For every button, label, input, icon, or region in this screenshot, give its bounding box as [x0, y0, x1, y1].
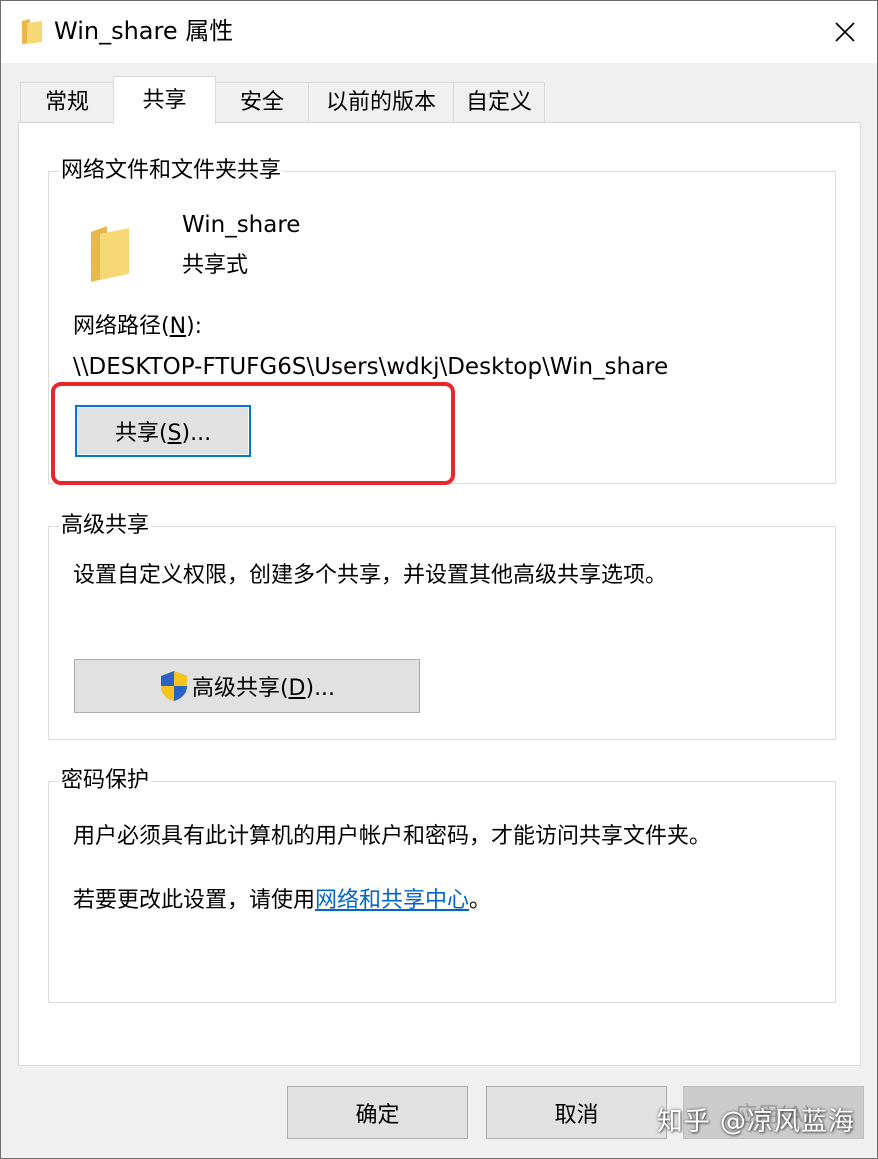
group-title: 密码保护 — [59, 766, 152, 796]
tab-customize[interactable]: 自定义 — [453, 82, 545, 122]
tab-sharing[interactable]: 共享 — [113, 76, 216, 124]
password-protection-group: 密码保护 用户必须具有此计算机的用户帐户和密码，才能访问共享文件夹。 若要更改此… — [48, 766, 836, 1003]
folder-icon — [22, 19, 42, 44]
uac-shield-icon — [160, 671, 187, 701]
close-button[interactable] — [813, 1, 877, 63]
properties-dialog: Win_share 属性 常规 共享 安全 以前的版本 自定义 网络文件和文件夹… — [0, 0, 878, 1159]
title-bar: Win_share 属性 — [1, 1, 877, 63]
advanced-sharing-group: 高级共享 设置自定义权限，创建多个共享，并设置其他高级共享选项。 高级共享(D)… — [48, 511, 836, 740]
network-path-label: 网络路径(N): — [73, 314, 203, 339]
advanced-sharing-button-label: 高级共享(D)... — [191, 676, 336, 701]
folder-icon — [91, 226, 129, 282]
cancel-button[interactable]: 取消 — [486, 1086, 667, 1139]
password-protection-description: 用户必须具有此计算机的用户帐户和密码，才能访问共享文件夹。 — [73, 824, 712, 849]
close-icon — [835, 22, 855, 42]
tab-security[interactable]: 安全 — [215, 82, 309, 122]
tab-general[interactable]: 常规 — [20, 82, 114, 122]
ok-button[interactable]: 确定 — [287, 1086, 468, 1139]
group-title: 网络文件和文件夹共享 — [59, 156, 284, 186]
sharing-tab-panel: 网络文件和文件夹共享 Win_share 共享式 网络路径(N): \\DESK… — [18, 122, 861, 1066]
folder-name: Win_share — [182, 212, 301, 238]
network-sharing-center-link[interactable]: 网络和共享中心 — [315, 888, 469, 913]
group-title: 高级共享 — [59, 511, 152, 541]
change-setting-text: 若要更改此设置，请使用网络和共享中心。 — [73, 888, 492, 913]
folder-share-status: 共享式 — [182, 253, 249, 278]
watermark: 知乎 @凉风蓝海 — [656, 1107, 855, 1137]
advanced-sharing-button[interactable]: 高级共享(D)... — [74, 659, 420, 713]
network-sharing-group: 网络文件和文件夹共享 Win_share 共享式 网络路径(N): \\DESK… — [48, 156, 836, 484]
network-path-value: \\DESKTOP-FTUFG6S\Users\wdkj\Desktop\Win… — [73, 354, 669, 380]
tab-previous-versions[interactable]: 以前的版本 — [308, 82, 454, 122]
share-button[interactable]: 共享(S)... — [75, 405, 251, 457]
share-button-label: 共享(S)... — [114, 421, 212, 446]
advanced-sharing-description: 设置自定义权限，创建多个共享，并设置其他高级共享选项。 — [73, 563, 668, 588]
window-title: Win_share 属性 — [54, 17, 234, 45]
